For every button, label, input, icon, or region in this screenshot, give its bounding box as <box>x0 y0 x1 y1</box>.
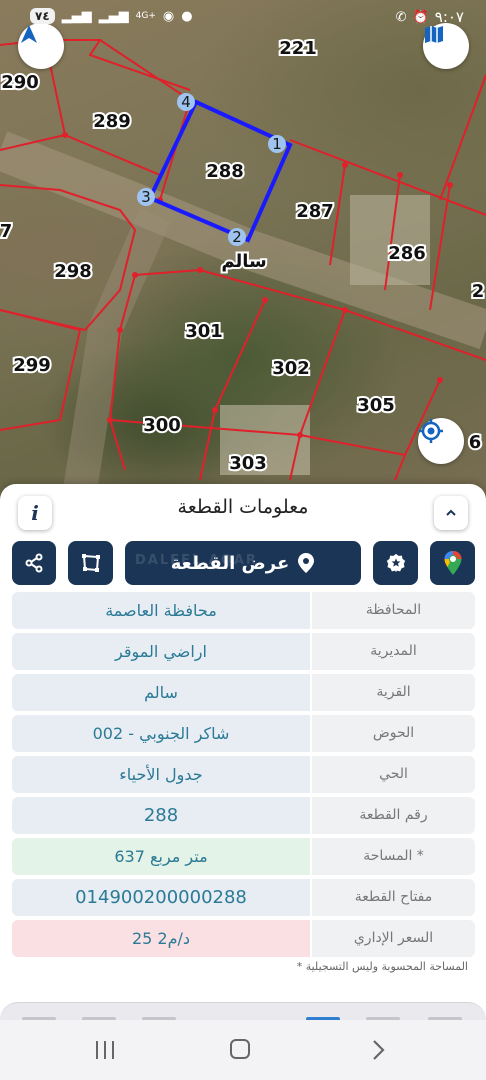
parcel-bounds-button[interactable] <box>68 541 113 585</box>
parcel-label: 221 <box>279 38 317 59</box>
vertex-1-label: 1 <box>272 135 282 153</box>
parcel-number-label: رقم القطعة <box>312 797 475 834</box>
parcel-details-table: محافظة العاصمة المحافظة اراضي الموقر الم… <box>12 592 475 961</box>
parcel-label: 300 <box>143 415 181 436</box>
parcel-label: 290 <box>1 72 39 93</box>
panel-title: معلومات القطعة <box>177 496 309 518</box>
whatsapp-icon: ✆ <box>395 9 407 25</box>
parcel-overlay: 4 1 3 2 221 290 289 288 287 286 7 298 2 … <box>0 36 486 493</box>
basin-value: شاكر الجنوبي - 002 <box>12 715 310 752</box>
detail-row-admin-price: 25 د/م2 السعر الإداري <box>12 920 475 957</box>
road-label: سالم <box>221 251 266 272</box>
share-button[interactable] <box>12 541 56 585</box>
detail-row-parcel-key: 014900200000288 مفتاح القطعة <box>12 879 475 916</box>
vertex-3-label: 3 <box>141 188 151 206</box>
directorate-value: اراضي الموقر <box>12 633 310 670</box>
map-pin-icon <box>298 553 315 573</box>
district-label: الحي <box>312 756 475 793</box>
parcel-label: 301 <box>185 321 223 342</box>
action-bar: DALEEL AQAR عرض القطعة <box>0 541 486 585</box>
detail-row-district: جدول الأحياء الحي <box>12 756 475 793</box>
gps-target-icon <box>419 419 443 443</box>
parcel-label: 287 <box>296 201 334 222</box>
village-value: سالم <box>12 674 310 711</box>
parcel-label: 289 <box>93 111 131 132</box>
parcel-label: 286 <box>388 243 426 264</box>
alarm-icon: ⏰ <box>412 9 429 25</box>
home-icon[interactable] <box>230 1039 250 1059</box>
basin-label: الحوض <box>312 715 475 752</box>
network-type: 4G+ <box>135 10 156 21</box>
clock: ٩:٠٧ <box>434 8 464 26</box>
collapse-button[interactable] <box>434 496 468 530</box>
view-parcel-button[interactable]: DALEEL AQAR عرض القطعة <box>125 541 361 585</box>
system-nav-bar <box>0 1020 486 1080</box>
parcel-label: 303 <box>229 453 267 474</box>
parcel-label: 305 <box>357 395 395 416</box>
parcel-key-label: مفتاح القطعة <box>312 879 475 916</box>
battery-level: ٧٤ <box>30 8 55 24</box>
parcel-label: 298 <box>54 261 92 282</box>
area-value: 637 متر مربع <box>12 838 310 875</box>
favorite-button[interactable] <box>373 541 418 585</box>
parcel-label: 7 <box>0 221 12 242</box>
recent-apps-icon[interactable] <box>94 1039 116 1061</box>
signal-icon: ▂▄▆ <box>98 8 129 24</box>
parcel-info-panel: i معلومات القطعة DALEEL AQAR عرض القطعة … <box>0 484 486 1024</box>
parcel-label: 299 <box>13 355 51 376</box>
parcel-label: 288 <box>206 161 244 182</box>
directorate-label: المديرية <box>312 633 475 670</box>
detail-row-basin: شاكر الجنوبي - 002 الحوض <box>12 715 475 752</box>
back-icon[interactable] <box>368 1038 388 1062</box>
governorate-label: المحافظة <box>312 592 475 629</box>
star-badge-icon <box>386 553 405 573</box>
parcel-label: 6 <box>469 432 482 453</box>
admin-price-label: السعر الإداري <box>312 920 475 957</box>
parcel-key-value: 014900200000288 <box>12 879 310 916</box>
watermark-text: DALEEL AQAR <box>135 553 258 568</box>
polygon-icon <box>81 554 100 572</box>
detail-row-parcel-number: 288 رقم القطعة <box>12 797 475 834</box>
parcel-label: 2 <box>472 281 485 302</box>
status-bar: ٧٤ ▂▄▆ ▂▄▆ 4G+ ◉ ● ✆ ⏰ ٩:٠٧ <box>0 0 486 36</box>
parcel-label: 302 <box>272 358 310 379</box>
parcel-number-value: 288 <box>12 797 310 834</box>
detail-row-village: سالم القرية <box>12 674 475 711</box>
village-label: القرية <box>312 674 475 711</box>
share-icon <box>25 553 43 573</box>
chevron-up-icon <box>446 509 456 516</box>
vertex-4-label: 4 <box>181 93 191 111</box>
area-footnote: * المساحة المحسوبة وليس التسجيلية <box>296 960 468 973</box>
admin-price-value: 25 د/م2 <box>12 920 310 957</box>
google-maps-icon <box>444 551 461 575</box>
google-maps-button[interactable] <box>430 541 475 585</box>
locate-button[interactable] <box>418 418 464 464</box>
district-value[interactable]: جدول الأحياء <box>12 756 310 793</box>
signal-icon: ▂▄▆ <box>61 8 92 24</box>
governorate-value: محافظة العاصمة <box>12 592 310 629</box>
location-icon: ● <box>181 8 193 24</box>
detail-row-area: 637 متر مربع المساحة * <box>12 838 475 875</box>
detail-row-governorate: محافظة العاصمة المحافظة <box>12 592 475 629</box>
panel-header: i معلومات القطعة <box>0 484 486 534</box>
area-label: المساحة * <box>312 838 475 875</box>
satellite-map[interactable]: 4 1 3 2 221 290 289 288 287 286 7 298 2 … <box>0 0 486 500</box>
vertex-2-label: 2 <box>232 228 242 246</box>
wifi-calling-icon: ◉ <box>162 8 175 24</box>
detail-row-directorate: اراضي الموقر المديرية <box>12 633 475 670</box>
